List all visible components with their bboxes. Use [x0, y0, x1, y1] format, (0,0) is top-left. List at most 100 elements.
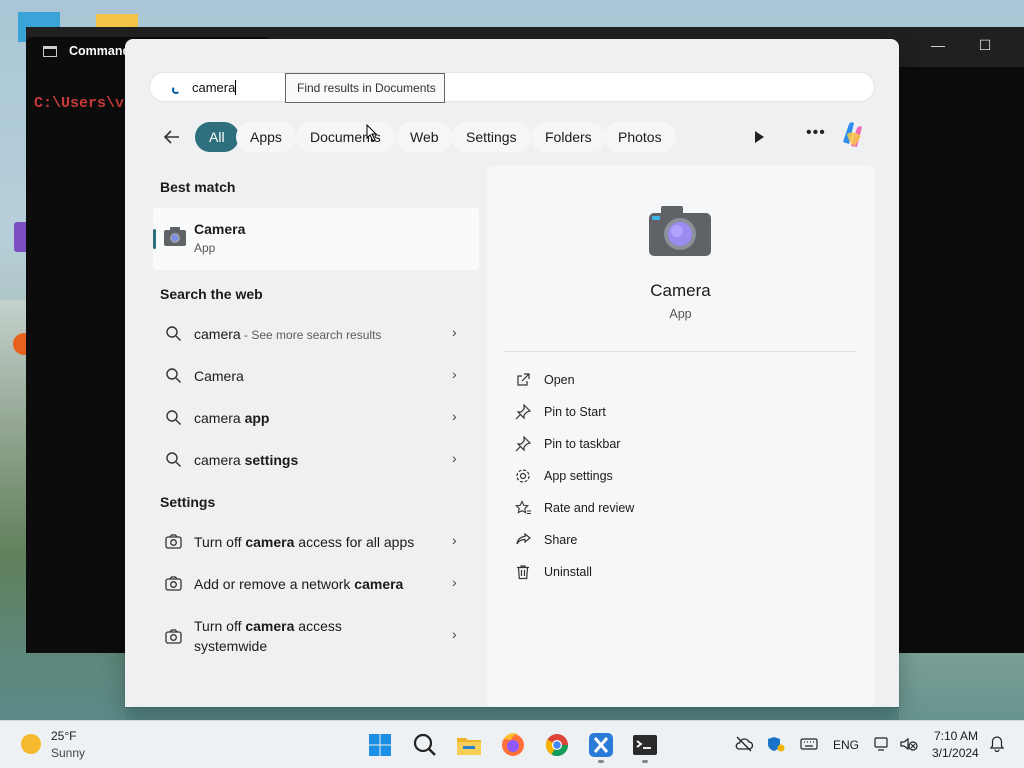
back-arrow-icon[interactable]	[161, 126, 183, 148]
mouse-cursor-icon	[366, 124, 378, 142]
action-app-settings[interactable]: App settings	[515, 465, 815, 487]
tab-web[interactable]: Web	[396, 122, 453, 152]
setting-bold: camera	[245, 534, 295, 550]
pin-icon	[515, 404, 531, 420]
setting-result-network-camera[interactable]: Add or remove a network camera ›	[165, 569, 465, 599]
file-explorer-icon[interactable]	[453, 729, 485, 761]
prompt-text: C:\Users\v	[34, 95, 125, 112]
weather-temperature: 25°F	[51, 729, 77, 743]
tab-photos[interactable]: Photos	[604, 122, 676, 152]
volume-muted-icon[interactable]	[900, 736, 918, 752]
tooltip: Find results in Documents	[285, 73, 445, 103]
best-match-name: Camera	[194, 221, 246, 237]
language-indicator[interactable]: ENG	[833, 738, 859, 752]
web-result-text: camera	[194, 452, 241, 468]
camera-settings-icon	[165, 629, 182, 644]
action-open[interactable]: Open	[515, 369, 815, 391]
play-icon[interactable]	[755, 131, 764, 143]
terminal-icon[interactable]	[629, 729, 661, 761]
chevron-right-icon: ›	[452, 324, 457, 340]
action-label: Uninstall	[544, 565, 592, 579]
keyboard-icon[interactable]	[800, 736, 818, 752]
setting-text: Turn off	[194, 534, 246, 550]
camera-icon	[164, 227, 186, 246]
action-label: Pin to Start	[544, 405, 606, 419]
action-uninstall[interactable]: Uninstall	[515, 561, 815, 583]
setting-result-access-systemwide[interactable]: Turn off camera access systemwide ›	[165, 616, 465, 658]
setting-result-access-all-apps[interactable]: Turn off camera access for all apps ›	[165, 527, 465, 557]
search-panel[interactable]: camera Find results in Documents All App…	[125, 39, 899, 707]
action-label: Share	[544, 533, 578, 547]
notifications-bell-icon[interactable]	[988, 736, 1006, 752]
web-result-camera-2[interactable]: Camera ›	[165, 361, 465, 391]
divider	[504, 351, 856, 352]
search-icon	[166, 326, 181, 341]
action-share[interactable]: Share	[515, 529, 815, 551]
cmd-icon	[43, 46, 57, 57]
detail-app-kind: App	[669, 307, 692, 321]
weather-condition: Sunny	[51, 746, 86, 760]
setting-text: access for all apps	[294, 534, 415, 550]
gear-icon	[516, 469, 530, 483]
trash-icon	[517, 565, 529, 580]
network-disconnected-icon[interactable]	[874, 736, 892, 752]
more-options-icon[interactable]: •••	[806, 124, 826, 142]
app-icon[interactable]	[585, 729, 617, 761]
best-match-heading: Best match	[160, 179, 236, 195]
running-indicator	[642, 760, 648, 763]
filter-bar: All Apps Documents Web Settings Folders …	[125, 120, 899, 154]
setting-bold: camera	[354, 576, 404, 592]
setting-bold: camera	[245, 618, 295, 634]
search-input[interactable]: camera	[149, 72, 875, 102]
maximize-button[interactable]: ☐	[973, 37, 997, 54]
minimize-button[interactable]: —	[926, 37, 950, 53]
cloud-offline-icon[interactable]	[735, 736, 753, 752]
tab-apps[interactable]: Apps	[236, 122, 296, 152]
settings-heading: Settings	[160, 494, 216, 510]
action-label: App settings	[544, 469, 613, 483]
setting-text: Add or remove a network	[194, 576, 355, 592]
selection-indicator	[153, 229, 156, 249]
camera-large-icon	[649, 206, 711, 256]
action-pin-to-taskbar[interactable]: Pin to taskbar	[515, 433, 815, 455]
search-icon	[166, 410, 181, 425]
tab-settings[interactable]: Settings	[452, 122, 531, 152]
detail-pane: Camera App Open Pin to Start Pin to task…	[487, 166, 874, 707]
action-label: Open	[544, 373, 575, 387]
action-pin-to-start[interactable]: Pin to Start	[515, 401, 815, 423]
web-result-camera-app[interactable]: camera app ›	[165, 403, 465, 433]
web-result-sub: - See more search results	[240, 328, 382, 342]
tab-title: Command	[69, 44, 131, 58]
action-label: Pin to taskbar	[544, 437, 621, 451]
best-match-camera[interactable]: Camera App	[153, 208, 479, 270]
clock-time[interactable]: 7:10 AM	[934, 729, 978, 743]
search-icon[interactable]	[409, 729, 441, 761]
tab-documents[interactable]: Documents	[296, 122, 395, 152]
open-external-icon	[517, 373, 530, 386]
copilot-icon[interactable]	[837, 120, 869, 150]
start-button-icon[interactable]	[364, 729, 396, 761]
loading-icon	[172, 86, 180, 94]
best-match-kind: App	[194, 241, 216, 255]
star-review-icon	[515, 500, 531, 515]
clock-date[interactable]: 3/1/2024	[932, 746, 979, 760]
web-result-camera-settings[interactable]: camera settings ›	[165, 445, 465, 475]
search-web-heading: Search the web	[160, 286, 263, 302]
security-shield-icon[interactable]	[767, 736, 785, 752]
action-label: Rate and review	[544, 501, 635, 515]
search-query[interactable]: camera	[192, 80, 237, 95]
running-indicator	[598, 760, 604, 763]
setting-text: Turn off	[194, 618, 246, 634]
tab-all[interactable]: All	[195, 122, 239, 152]
chevron-right-icon: ›	[452, 626, 457, 642]
sun-icon	[21, 734, 41, 754]
web-result-camera[interactable]: camera - See more search results ›	[165, 319, 465, 349]
chrome-icon[interactable]	[541, 729, 573, 761]
chevron-right-icon: ›	[452, 366, 457, 382]
firefox-icon[interactable]	[497, 729, 529, 761]
chevron-right-icon: ›	[452, 408, 457, 424]
detail-app-name: Camera	[650, 281, 711, 300]
share-icon	[516, 532, 531, 545]
tab-folders[interactable]: Folders	[531, 122, 606, 152]
action-rate-and-review[interactable]: Rate and review	[515, 497, 815, 519]
